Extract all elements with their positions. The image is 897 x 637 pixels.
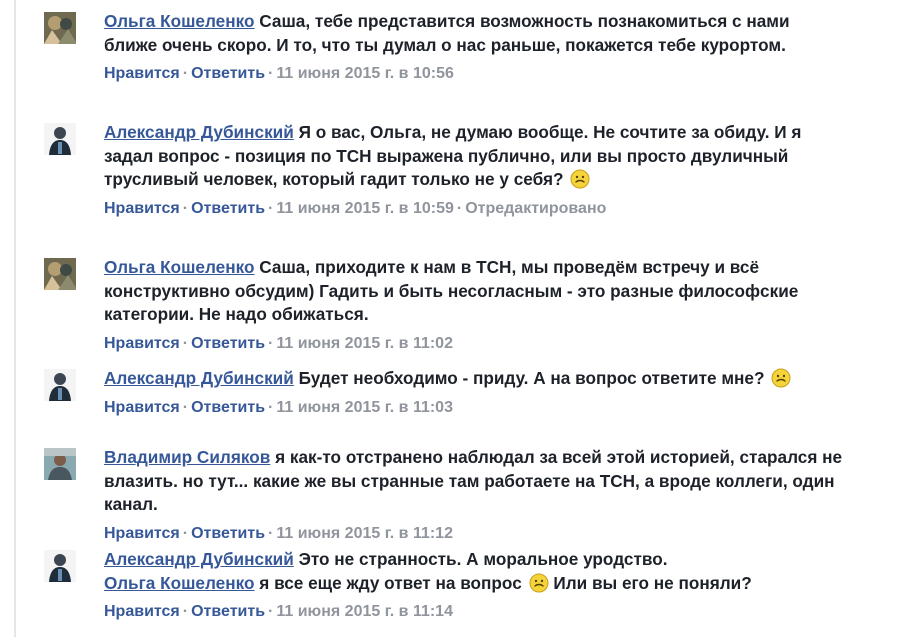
olga-avatar[interactable] [44,258,76,290]
reply-link[interactable]: Ответить [191,603,265,620]
comment-timestamp[interactable]: 11 июня 2015 г. в 11:02 [276,335,453,352]
comment-content: Ольга Кошеленко Саша, тебе представится … [104,10,844,85]
separator-dot: · [182,524,189,542]
comment-author-link[interactable]: Ольга Кошеленко [104,257,255,277]
confused-face-emoji [529,573,549,593]
separator-dot: · [268,398,274,416]
comment-actions: Нравится · Ответить · 11 июня 2015 г. в 11:0… [104,333,844,355]
vladimir-avatar-image [44,448,76,480]
alexander-avatar-image [44,550,76,582]
like-link[interactable]: Нравится [104,335,180,352]
confused-face-emoji [771,368,791,388]
like-link[interactable]: Нравится [104,525,180,542]
like-link[interactable]: Нравится [104,399,180,416]
mention-link[interactable]: Ольга Кошеленко [104,573,255,593]
reply-link[interactable]: Ответить [191,65,265,82]
confused-face-emoji [570,169,590,189]
edited-link[interactable]: Отредактировано [465,200,606,217]
reply-link[interactable]: Ответить [191,399,265,416]
comment-text-after-mention: я все еще жду ответ на вопрос [259,572,522,593]
alexander-avatar[interactable] [44,123,76,155]
olga-avatar-image [44,12,76,44]
olga-avatar-image [44,258,76,290]
comment-author-link[interactable]: Александр Дубинский [104,122,294,142]
comment-text: Будет необходимо - приду. А на вопрос от… [298,368,765,388]
comment-text: Это не странность. А моральное уродство. [298,549,668,569]
separator-dot: · [182,199,189,217]
separator-dot: · [182,65,189,82]
separator-dot: · [268,603,274,620]
comment-body: Владимир Силяков я как-то отстранено наб… [104,446,844,517]
comment-body: Ольга Кошеленко Саша, приходите к нам в … [104,256,844,327]
alexander-avatar-image [44,369,76,401]
comment-timestamp[interactable]: 11 июня 2015 г. в 11:14 [276,603,453,620]
reply-link[interactable]: Ответить [191,525,265,542]
separator-dot: · [268,334,274,352]
alexander-avatar[interactable] [44,369,76,401]
comment-actions: Нравится · Ответить · 11 июня 2015 г. в 10:5… [104,198,844,220]
comment-content: Александр Дубинский Я о вас, Ольга, не д… [104,121,844,220]
separator-dot: · [456,199,463,217]
comment-author-link[interactable]: Александр Дубинский [104,368,294,388]
comment-author-link[interactable]: Владимир Силяков [104,447,270,467]
comment-body: Александр Дубинский Будет необходимо - п… [104,367,844,391]
comment-actions: Нравится · Ответить · 11 июня 2015 г. в 11:1… [104,601,844,623]
comment-timestamp[interactable]: 11 июня 2015 г. в 10:59 [276,200,454,217]
olga-avatar[interactable] [44,12,76,44]
comment-thread-screenshot: Ольга Кошеленко Саша, тебе представится … [0,0,897,637]
like-link[interactable]: Нравится [104,200,180,217]
like-link[interactable]: Нравится [104,603,180,620]
comment-body: Александр Дубинский Я о вас, Ольга, не д… [104,121,844,192]
alexander-avatar-image [44,123,76,155]
comment-text-after-emoji: Или вы его не поняли? [553,572,752,593]
reply-link[interactable]: Ответить [191,200,265,217]
separator-dot: · [182,334,189,352]
comment-actions: Нравится · Ответить · 11 июня 2015 г. в 11:0… [104,397,844,419]
comment-thread: Ольга Кошеленко Саша, тебе представится … [14,0,884,637]
comment-content: Александр Дубинский Будет необходимо - п… [104,367,844,419]
separator-dot: · [268,65,274,82]
comment-body: Александр Дубинский Это не странность. А… [104,548,844,595]
separator-dot: · [268,199,274,217]
comment-author-link[interactable]: Александр Дубинский [104,549,294,569]
separator-dot: · [182,398,189,416]
comment-author-link[interactable]: Ольга Кошеленко [104,11,255,31]
separator-dot: · [268,524,274,542]
like-link[interactable]: Нравится [104,65,180,82]
comment-timestamp[interactable]: 11 июня 2015 г. в 11:12 [276,525,453,542]
comment-body: Ольга Кошеленко Саша, тебе представится … [104,10,844,57]
comment-content: Александр Дубинский Это не странность. А… [104,548,844,623]
alexander-avatar[interactable] [44,550,76,582]
comment-content: Владимир Силяков я как-то отстранено наб… [104,446,844,545]
comment-actions: Нравится · Ответить · 11 июня 2015 г. в 11:1… [104,523,844,545]
comment-timestamp[interactable]: 11 июня 2015 г. в 11:03 [276,399,453,416]
comment-content: Ольга Кошеленко Саша, приходите к нам в … [104,256,844,355]
vladimir-avatar[interactable] [44,448,76,480]
reply-link[interactable]: Ответить [191,335,265,352]
comment-timestamp[interactable]: 11 июня 2015 г. в 10:56 [276,65,454,82]
separator-dot: · [182,603,189,620]
comment-actions: Нравится · Ответить · 11 июня 2015 г. в 10:5… [104,63,844,85]
